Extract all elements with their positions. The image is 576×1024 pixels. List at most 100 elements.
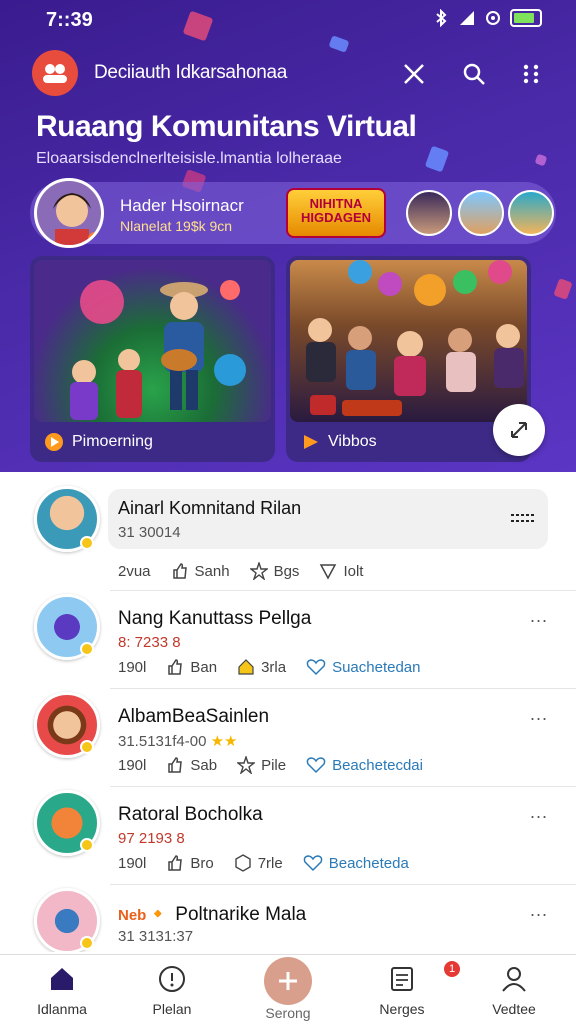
page-title: Ruaang Komunitans Virtual [36,110,417,143]
hexagon-button[interactable]: 7rle [234,854,283,872]
tab-label: Idlanma [37,1001,87,1017]
hexagon-icon [235,854,251,872]
heart-icon [306,757,326,774]
event-badge: NIHITNA HIGDAGEN [286,188,386,238]
play-arrow-icon [304,435,318,449]
community-logo-icon[interactable] [32,50,78,96]
share-button[interactable]: Ban [166,658,217,676]
play-badge-icon [45,433,63,451]
stat-count: 190l [118,854,147,872]
list-item[interactable]: Neb🔸 Poltnarike Mala 31 3131:37 ... [0,884,576,952]
member-avatar[interactable] [508,190,554,236]
star-icon [237,756,256,774]
search-icon [463,63,485,85]
more-options-button[interactable] [516,58,548,90]
new-badge: Neb [118,907,147,924]
heart-icon [306,659,326,676]
more-options-icon[interactable]: ... [530,802,548,823]
videos-label-row: Vibbos [300,432,377,452]
item-actions: 2vua Sanh Bgs Iolt [118,562,383,580]
more-options-icon[interactable]: ... [530,704,548,725]
tab-profile[interactable]: Vedtee [462,963,566,1017]
item-subtitle: 31 3131:37 [118,928,194,945]
tab-messages[interactable]: 1 Nerges [350,961,460,1017]
subscribe-link[interactable]: Beacheteda [303,854,409,872]
subscribe-link[interactable]: Suachetedan [306,658,421,676]
home-icon [51,968,73,990]
online-badge [80,936,94,950]
item-subtitle: 31 30014 [118,524,181,541]
share-button[interactable]: Bro [166,854,214,872]
host-avatar[interactable] [34,178,104,248]
item-subtitle: 97 2193 8 [118,830,185,847]
status-bar: 7::39 [0,0,576,40]
thumb-icon [168,659,183,675]
performing-label: Pimoerning [72,433,153,450]
star-button[interactable]: Bgs [249,562,299,580]
tab-label: Plelan [152,1001,192,1017]
wifi-icon [486,11,500,25]
list-item[interactable]: Nang Kanuttass Pellga 8: 7233 8 ... 190l… [0,590,576,689]
featured-host-banner[interactable]: Hader Hsoirnacr Nlanelat 19$k 9cn NIHITN… [30,178,556,248]
tab-home[interactable]: Idlanma [10,963,114,1017]
share-button[interactable]: Sab [166,756,217,774]
home-button[interactable]: 3rla [237,658,286,676]
item-title: Nang Kanuttass Pellga [118,608,312,629]
more-options-icon[interactable]: ... [530,606,548,627]
member-avatar[interactable] [458,190,504,236]
bluetooth-icon [436,9,447,27]
list-options-icon[interactable] [510,512,536,524]
thumb-icon [172,563,187,579]
list-item[interactable]: Ratoral Bocholka 97 2193 8 ... 190l Bro … [0,786,576,885]
subscribe-link[interactable]: Beachetecdai [306,756,423,774]
search-button[interactable] [458,58,490,90]
item-actions: 190l Ban 3rla Suachetedan [118,658,441,676]
compass-icon [159,966,185,992]
bottom-tab-bar: Idlanma Plelan Serong 1 Nerges Vedtee [0,954,576,1024]
list-item[interactable]: Ainarl Komnitand Rilan 31 30014 2vua San… [0,472,576,591]
hero-section: 7::39 Deciiauth Idkarsahonaa Ruaang Komu [0,0,576,472]
shield-button[interactable]: Iolt [319,562,363,580]
expand-fab-button[interactable] [493,404,545,456]
tab-create[interactable]: Serong [236,957,340,1021]
host-name: Hader Hsoirnacr [120,196,244,215]
item-title: Ainarl Komnitand Rilan [118,498,302,518]
star-button[interactable]: Pile [237,756,286,774]
performing-label-row: Pimoerning [44,432,153,452]
item-title: AlbamBeaSainlen [118,706,270,727]
user-icon [502,967,526,992]
online-badge [80,642,94,656]
close-button[interactable] [398,58,430,90]
house-icon [238,659,254,675]
item-actions: 190l Sab Pile Beachetecdai [118,756,443,774]
stars-icon: ★★ [210,733,238,750]
performing-card[interactable]: Pimoerning [30,256,275,462]
member-avatar[interactable] [406,190,452,236]
confetti-shape [553,278,573,300]
online-badge [80,536,94,550]
fire-icon: 🔸 [146,904,171,925]
stat-count: 190l [118,658,147,676]
feed-list: Ainarl Komnitand Rilan 31 30014 2vua San… [0,472,576,952]
stat-count: 2vua [118,562,151,580]
tab-label: Serong [265,1005,311,1021]
expand-arrows-icon [511,422,527,438]
item-title: Ratoral Bocholka [118,804,263,825]
app-name: Deciiauth Idkarsahonaa [94,62,288,83]
cafe-scene-image [290,260,527,422]
confetti-shape [534,153,548,167]
signal-icon [460,11,474,25]
online-badge [80,838,94,852]
item-subtitle: 31.5131f4-00 ★★ [118,733,238,750]
share-button[interactable]: Sanh [171,562,230,580]
host-meta: Nlanelat 19$k 9cn [120,218,233,234]
thumb-icon [168,757,183,773]
more-options-icon[interactable]: ... [530,900,548,921]
tab-label: Vedtee [492,1001,536,1017]
list-item[interactable]: AlbamBeaSainlen 31.5131f4-00 ★★ ... 190l… [0,688,576,787]
tab-explore[interactable]: Plelan [120,963,224,1017]
item-title: Neb🔸 Poltnarike Mala [118,904,307,925]
grid-dots-icon [523,64,539,84]
plus-icon [279,972,297,990]
messages-icon [391,967,413,991]
